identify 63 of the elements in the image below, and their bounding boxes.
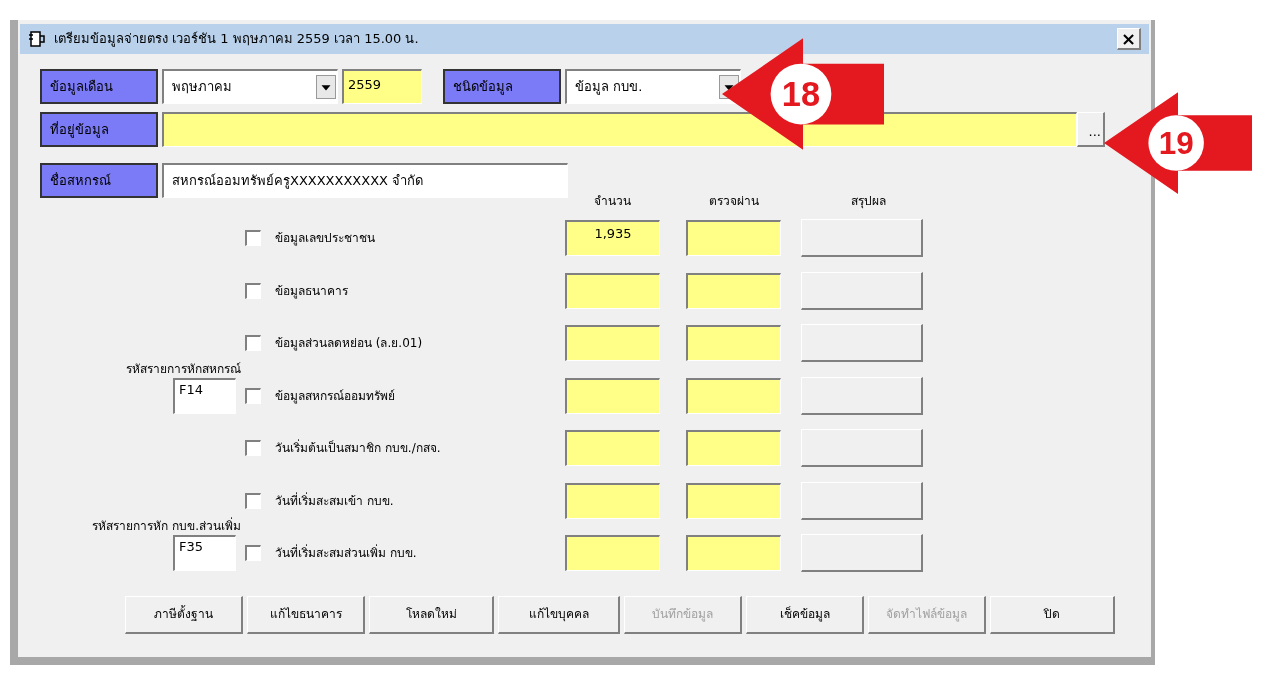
checkbox[interactable] <box>245 545 261 562</box>
item-label: วันที่เริ่มสะสมเข้า กบข. <box>275 491 395 510</box>
action-button[interactable]: ภาษีตั้งฐาน <box>125 595 243 634</box>
column-header: จำนวน <box>594 193 631 210</box>
checkbox[interactable] <box>245 387 261 404</box>
field-label: ชนิดข้อมูล <box>443 69 561 104</box>
caret-icon <box>316 75 336 99</box>
action-button[interactable]: โหลดใหม่ <box>369 595 494 634</box>
checkbox[interactable] <box>245 230 261 247</box>
summary-button[interactable] <box>801 481 923 520</box>
summary-button[interactable] <box>801 429 923 468</box>
code-field[interactable]: F14 <box>173 377 236 414</box>
count-field[interactable] <box>565 325 660 362</box>
count-field[interactable] <box>565 272 660 309</box>
coop-name-field[interactable]: สหกรณ์ออมทรัพย์ครูXXXXXXXXXXX จำกัด <box>162 163 568 198</box>
code-field[interactable]: F35 <box>173 535 236 572</box>
verified-field[interactable] <box>686 430 781 467</box>
verified-field[interactable] <box>686 220 781 257</box>
summary-button[interactable] <box>801 534 923 573</box>
code-label: รหัสรายการหักสหกรณ์ <box>126 360 241 378</box>
year-field[interactable]: 2559 <box>342 69 422 104</box>
summary-button[interactable] <box>801 271 923 310</box>
close-button[interactable]: × <box>1117 28 1141 50</box>
dropdown[interactable]: พฤษภาคม <box>162 69 338 104</box>
field-label: ชื่อสหกรณ์ <box>40 163 158 198</box>
count-field[interactable] <box>565 482 660 519</box>
verified-field[interactable] <box>686 272 781 309</box>
action-button[interactable]: แก้ไขบุคคล <box>498 595 620 634</box>
window-title: เตรียมข้อมูลจ่ายตรง เวอร์ชัน 1 พฤษภาคม 2559 เวลา 15.00 น. <box>54 30 420 49</box>
summary-button[interactable] <box>801 219 923 258</box>
item-label: ข้อมูลสหกรณ์ออมทรัพย์ <box>275 387 396 405</box>
count-field[interactable] <box>565 377 660 414</box>
dropdown[interactable]: ข้อมูล กบข. <box>565 69 741 104</box>
action-button[interactable]: เช็คข้อมูล <box>746 595 864 634</box>
checkbox[interactable] <box>245 492 261 509</box>
count-field[interactable]: 1,935 <box>565 220 660 257</box>
item-label: วันเริ่มต้นเป็นสมาชิก กบข./กสจ. <box>275 439 442 458</box>
count-field[interactable] <box>565 535 660 572</box>
callout-arrow: 18 <box>722 38 884 150</box>
item-label: วันที่เริ่มสะสมส่วนเพิ่ม กบข. <box>275 544 418 563</box>
column-header: ตรวจผ่าน <box>708 193 759 210</box>
checkbox[interactable] <box>245 282 261 299</box>
count-field[interactable] <box>565 430 660 467</box>
item-label: ข้อมูลธนาคาร <box>275 282 349 300</box>
item-label: ข้อมูลเลขประชาชน <box>275 230 376 248</box>
verified-field[interactable] <box>686 325 781 362</box>
summary-button[interactable] <box>801 324 923 363</box>
verified-field[interactable] <box>686 377 781 414</box>
checkbox[interactable] <box>245 335 261 352</box>
field-label: ที่อยู่ข้อมูล <box>40 112 158 147</box>
verified-field[interactable] <box>686 535 781 572</box>
browse-button[interactable]: ... <box>1077 112 1105 147</box>
action-button[interactable]: ปิด <box>990 595 1115 634</box>
verified-field[interactable] <box>686 482 781 519</box>
summary-button[interactable] <box>801 376 923 415</box>
code-label: รหัสรายการหัก กบข.ส่วนเพิ่ม <box>92 517 241 536</box>
path-field[interactable] <box>162 112 1077 147</box>
field-label: ข้อมูลเดือน <box>40 69 158 104</box>
action-button[interactable]: แก้ไขธนาคาร <box>247 595 365 634</box>
item-label: ข้อมูลส่วนลดหย่อน (ล.ย.01) <box>275 335 424 353</box>
window-icon <box>28 30 46 48</box>
column-header: สรุปผล <box>850 193 886 210</box>
checkbox[interactable] <box>245 440 261 457</box>
